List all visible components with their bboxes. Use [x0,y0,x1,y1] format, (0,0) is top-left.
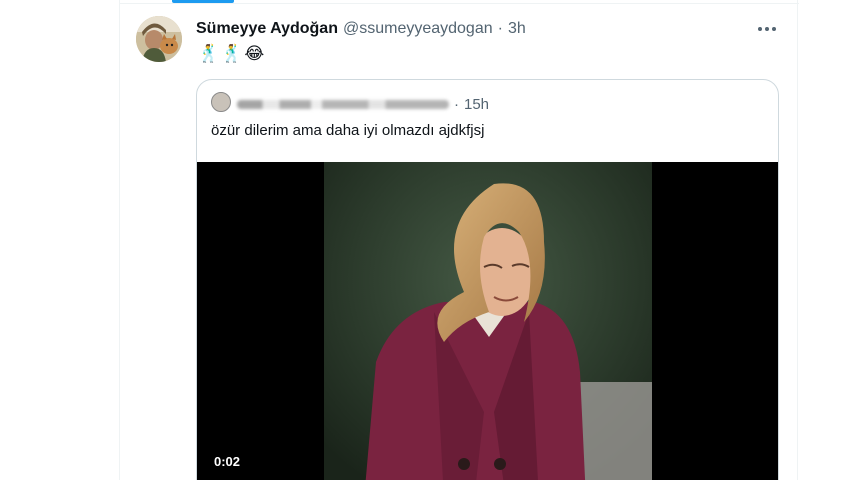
display-name[interactable]: Sümeyye Aydoğan [196,20,338,38]
right-rail [799,0,854,480]
avatar[interactable] [136,16,182,62]
quoted-avatar[interactable] [211,92,231,112]
more-horizontal-icon [758,27,762,31]
separator-dot: · [454,95,459,113]
tab-active-indicator [172,0,234,3]
tweet-timestamp[interactable]: 3h [508,20,526,38]
video-still-image [324,162,652,480]
left-gutter [0,0,119,480]
tweet-text: 🕺🕺😂 [198,44,267,63]
more-options-button[interactable] [752,16,782,42]
quoted-tweet-header: · 15h [237,94,489,114]
quoted-tweet-card[interactable]: · 15h özür dilerim ama daha iyi olmazdı … [196,79,779,480]
video-frame [324,162,652,480]
video-player[interactable]: 0:02 [197,162,778,480]
divider [119,3,799,4]
separator-dot: · [497,20,503,37]
more-horizontal-icon [765,27,769,31]
video-duration-badge: 0:02 [208,452,247,471]
quoted-user-name-obscured [237,99,449,109]
avatar-photo [136,16,182,62]
more-horizontal-icon [772,27,776,31]
quoted-tweet-text: özür dilerim ama daha iyi olmazdı ajdkfj… [211,122,485,139]
user-handle[interactable]: @ssumeyyeaydogan [343,20,493,38]
tweet-header: Sümeyye Aydoğan @ssumeyyeaydogan · 3h [196,18,526,40]
quoted-tweet-timestamp[interactable]: 15h [464,96,489,113]
